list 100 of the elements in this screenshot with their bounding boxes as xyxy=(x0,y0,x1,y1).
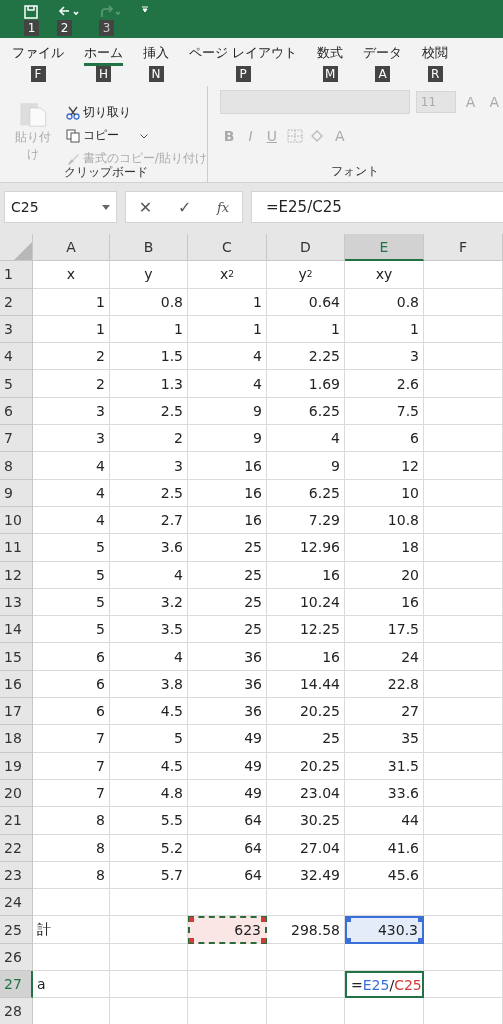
column-header[interactable]: C xyxy=(188,234,267,262)
formula-field[interactable]: =E25/C25 xyxy=(251,191,503,223)
table-cell: 7 xyxy=(33,752,110,780)
ribbon-tab[interactable]: データ xyxy=(363,44,403,66)
table-cell: 8 xyxy=(33,807,110,835)
row-header[interactable]: 3 xyxy=(0,315,33,344)
column-header[interactable]: B xyxy=(110,234,188,262)
table-cell: 2 xyxy=(110,425,188,453)
enter-button[interactable]: ✓ xyxy=(171,196,198,218)
table-cell: 1 xyxy=(110,315,188,344)
table-cell: x xyxy=(33,261,110,289)
row-header[interactable]: 28 xyxy=(0,998,33,1024)
referenced-cell: 430.3 xyxy=(345,916,424,944)
row-header[interactable]: 14 xyxy=(0,616,33,644)
insert-function-button[interactable]: fx xyxy=(211,198,236,216)
cancel-button[interactable]: ✕ xyxy=(132,196,159,218)
save-icon[interactable] xyxy=(24,5,38,19)
table-cell: 3.6 xyxy=(110,534,188,562)
row-header[interactable]: 23 xyxy=(0,861,33,890)
table-cell: 3.2 xyxy=(110,588,188,617)
keytip: 1 xyxy=(24,20,39,36)
table-cell: 0.8 xyxy=(345,288,424,316)
cut-button[interactable]: 切り取り xyxy=(65,104,207,121)
column-header[interactable]: D xyxy=(267,234,345,262)
table-cell: 9 xyxy=(188,425,267,453)
row-header[interactable]: 22 xyxy=(0,834,33,862)
table-cell: 1 xyxy=(188,315,267,344)
column-header[interactable]: A xyxy=(33,234,110,262)
copy-icon xyxy=(65,128,80,143)
copy-button[interactable]: コピー xyxy=(65,127,207,144)
table-cell: 16 xyxy=(267,643,345,671)
row-header[interactable]: 16 xyxy=(0,670,33,699)
dropdown-icon[interactable] xyxy=(102,204,110,210)
ribbon-tab[interactable]: ファイル xyxy=(12,44,64,66)
table-cell: 44 xyxy=(345,807,424,835)
table-cell: 7 xyxy=(33,725,110,753)
chevron-down-icon[interactable] xyxy=(140,134,148,139)
table-cell: 2.6 xyxy=(345,370,424,398)
table-cell: 3 xyxy=(110,452,188,480)
row-header[interactable]: 4 xyxy=(0,343,33,371)
row-header[interactable]: 6 xyxy=(0,397,33,426)
table-cell: 1 xyxy=(188,288,267,316)
table-cell: 5.2 xyxy=(110,834,188,862)
row-header[interactable]: 19 xyxy=(0,752,33,780)
row-header[interactable]: 18 xyxy=(0,725,33,753)
table-cell: 49 xyxy=(188,752,267,780)
row-header[interactable]: 7 xyxy=(0,425,33,453)
editing-cell[interactable]: =E25/C25 xyxy=(345,971,424,999)
table-cell: 1.69 xyxy=(267,370,345,398)
row-header[interactable]: 11 xyxy=(0,534,33,562)
table-cell: 4 xyxy=(110,643,188,671)
group-label: クリップボード xyxy=(63,164,150,181)
row-header[interactable]: 5 xyxy=(0,370,33,398)
table-cell: 2 xyxy=(33,370,110,398)
table-cell: 27.04 xyxy=(267,834,345,862)
table-cell: 2.7 xyxy=(110,506,188,535)
table-cell: 3.5 xyxy=(110,616,188,644)
table-cell: 8 xyxy=(33,834,110,862)
row-header[interactable]: 9 xyxy=(0,479,33,507)
name-box[interactable]: C25 xyxy=(4,191,117,223)
row-header[interactable]: 26 xyxy=(0,943,33,971)
row-header[interactable]: 20 xyxy=(0,779,33,808)
keytip: M xyxy=(322,66,338,82)
row-header[interactable]: 15 xyxy=(0,643,33,671)
table-cell: 5 xyxy=(33,561,110,589)
column-header[interactable]: F xyxy=(424,234,503,262)
row-header[interactable]: 8 xyxy=(0,452,33,480)
row-header[interactable]: 21 xyxy=(0,807,33,835)
column-header[interactable]: E xyxy=(345,234,424,262)
customize-icon[interactable] xyxy=(141,5,149,13)
row-header[interactable]: 13 xyxy=(0,588,33,617)
table-cell: 4.5 xyxy=(110,752,188,780)
table-cell: 4.8 xyxy=(110,779,188,808)
table-cell: 1 xyxy=(345,315,424,344)
table-cell: 7.5 xyxy=(345,397,424,426)
table-cell: 36 xyxy=(188,670,267,699)
table-cell: 1 xyxy=(33,315,110,344)
keytip: N xyxy=(148,66,164,82)
keytip: 3 xyxy=(99,20,114,36)
ribbon-tab[interactable]: 数式 xyxy=(317,44,344,66)
ribbon-tab[interactable]: 挿入 xyxy=(143,44,169,66)
table-cell: 12.96 xyxy=(267,534,345,562)
ribbon-tab[interactable]: 校閲 xyxy=(422,44,449,66)
row-header[interactable]: 2 xyxy=(0,288,33,316)
row-header[interactable]: 25 xyxy=(0,916,33,944)
row-header[interactable]: 24 xyxy=(0,889,33,917)
table-cell: 25 xyxy=(188,616,267,644)
table-cell: 32.49 xyxy=(267,861,345,890)
row-header[interactable]: 12 xyxy=(0,561,33,589)
row-header[interactable]: 27 xyxy=(0,971,33,999)
table-cell: 64 xyxy=(188,861,267,890)
table-cell: 25 xyxy=(188,534,267,562)
keytip: F xyxy=(30,66,46,82)
table-cell: 1.3 xyxy=(110,370,188,398)
table-cell: 16 xyxy=(345,588,424,617)
row-header[interactable]: 10 xyxy=(0,506,33,535)
table-cell: 5.7 xyxy=(110,861,188,890)
row-header[interactable]: 1 xyxy=(0,261,33,289)
row-header[interactable]: 17 xyxy=(0,698,33,726)
ribbon-tab[interactable]: ページ レイアウト xyxy=(189,44,298,66)
